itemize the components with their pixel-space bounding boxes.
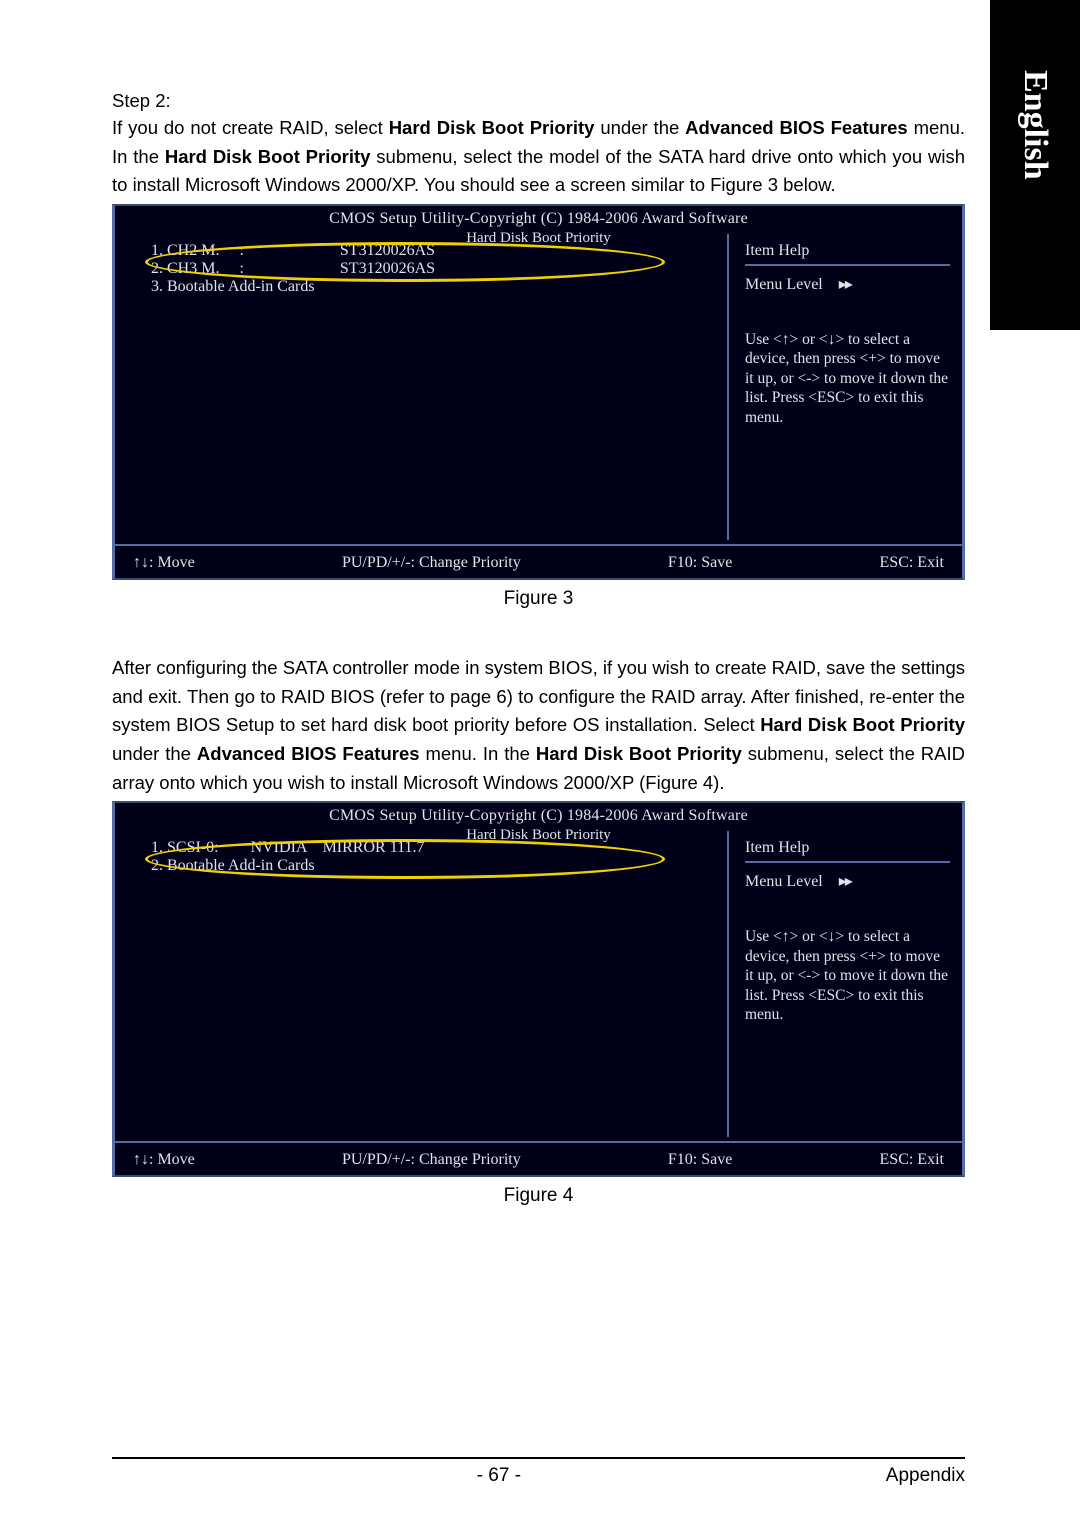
bold-text: Advanced BIOS Features — [685, 117, 908, 138]
bios-copyright: CMOS Setup Utility-Copyright (C) 1984-20… — [115, 803, 962, 825]
figure-caption-4: Figure 4 — [112, 1185, 965, 1207]
footer-change: PU/PD/+/-: Change Priority — [342, 1151, 521, 1169]
bold-text: Hard Disk Boot Priority — [536, 743, 742, 764]
bold-text: Advanced BIOS Features — [197, 743, 420, 764]
main-content: Step 2: If you do not create RAID, selec… — [0, 0, 1080, 1237]
bold-text: Hard Disk Boot Priority — [165, 146, 371, 167]
text: under the — [594, 117, 685, 138]
figure-caption-3: Figure 3 — [112, 588, 965, 610]
bios-screenshot-2: CMOS Setup Utility-Copyright (C) 1984-20… — [112, 801, 965, 1177]
bios-instructions: Use <↑> or <↓> to select a device, then … — [745, 927, 950, 1024]
footer-exit: ESC: Exit — [880, 1151, 944, 1169]
appendix-label: Appendix — [886, 1465, 965, 1487]
bios-copyright: CMOS Setup Utility-Copyright (C) 1984-20… — [115, 206, 962, 228]
bios-subtitle: Hard Disk Boot Priority — [115, 230, 962, 247]
footer-exit: ESC: Exit — [880, 554, 944, 572]
bios-subtitle: Hard Disk Boot Priority — [115, 827, 962, 844]
bios-help-panel: Item Help Menu Level ▸▸ Use <↑> or <↓> t… — [727, 831, 962, 1137]
arrow-icon: ▸▸ — [839, 873, 851, 890]
page-number: - 67 - — [477, 1465, 521, 1487]
mid-paragraph: After configuring the SATA controller mo… — [112, 654, 965, 797]
boot-row[interactable]: 3. Bootable Add-in Cards — [151, 278, 703, 296]
footer-move: ↑↓: Move — [133, 554, 195, 572]
text: menu. In the — [420, 743, 536, 764]
footer-change: PU/PD/+/-: Change Priority — [342, 554, 521, 572]
bios-help-panel: Item Help Menu Level ▸▸ Use <↑> or <↓> t… — [727, 234, 962, 540]
boot-row[interactable]: 2. Bootable Add-in Cards — [151, 857, 703, 875]
bios-instructions: Use <↑> or <↓> to select a device, then … — [745, 330, 950, 427]
text: If you do not create RAID, select — [112, 117, 389, 138]
bold-text: Hard Disk Boot Priority — [389, 117, 595, 138]
bold-text: Hard Disk Boot Priority — [760, 714, 965, 735]
footer-save: F10: Save — [668, 554, 732, 572]
menu-level-label: Menu Level — [745, 276, 823, 293]
footer-move: ↑↓: Move — [133, 1151, 195, 1169]
bios-left-panel: 1. SCSI-0: NVIDIA MIRROR 111.7 2. Bootab… — [115, 831, 727, 1137]
bios-left-panel: 1. CH2 M. : ST3120026AS 2. CH3 M. : ST31… — [115, 234, 727, 540]
menu-level-label: Menu Level — [745, 873, 823, 890]
arrow-icon: ▸▸ — [839, 276, 851, 293]
footer-save: F10: Save — [668, 1151, 732, 1169]
intro-paragraph: If you do not create RAID, select Hard D… — [112, 114, 965, 200]
bios-footer: ↑↓: Move PU/PD/+/-: Change Priority F10:… — [115, 544, 962, 572]
page-footer: - 67 - Appendix — [112, 1457, 965, 1487]
bios-screenshot-1: CMOS Setup Utility-Copyright (C) 1984-20… — [112, 204, 965, 580]
boot-row[interactable]: 2. CH3 M. : ST3120026AS — [151, 260, 703, 278]
bios-footer: ↑↓: Move PU/PD/+/-: Change Priority F10:… — [115, 1141, 962, 1169]
step-label: Step 2: — [112, 90, 965, 112]
text: under the — [112, 743, 197, 764]
language-tab: English — [990, 0, 1080, 330]
